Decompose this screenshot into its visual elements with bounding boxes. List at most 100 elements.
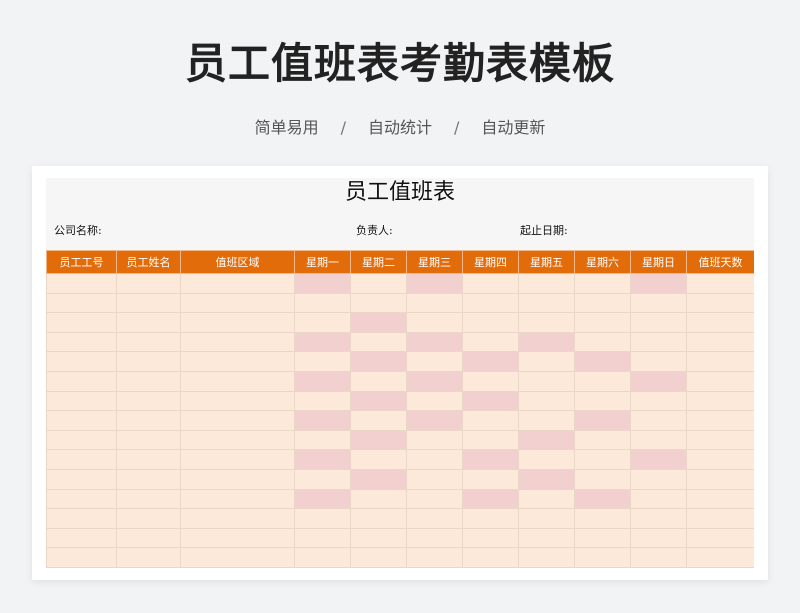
table-cell[interactable] — [406, 410, 463, 431]
table-cell[interactable] — [180, 410, 295, 431]
table-cell[interactable] — [180, 468, 295, 490]
table-cell[interactable] — [686, 292, 754, 314]
table-cell[interactable] — [294, 429, 351, 451]
table-cell[interactable] — [462, 351, 519, 372]
table-cell[interactable] — [406, 331, 463, 353]
table-cell[interactable] — [574, 547, 631, 568]
table-cell[interactable] — [518, 390, 575, 412]
table-cell[interactable] — [686, 410, 754, 431]
table-cell[interactable] — [630, 370, 687, 392]
table-cell[interactable] — [630, 410, 687, 431]
table-cell[interactable] — [462, 410, 519, 431]
table-cell[interactable] — [116, 508, 181, 529]
table-cell[interactable] — [406, 468, 463, 490]
table-cell[interactable] — [294, 527, 351, 549]
table-cell[interactable] — [294, 547, 351, 568]
table-cell[interactable] — [518, 273, 575, 294]
table-cell[interactable] — [406, 370, 463, 392]
table-cell[interactable] — [686, 331, 754, 353]
table-cell[interactable] — [350, 468, 407, 490]
table-cell[interactable] — [518, 370, 575, 392]
table-cell[interactable] — [518, 331, 575, 353]
table-cell[interactable] — [294, 273, 351, 294]
table-cell[interactable] — [350, 527, 407, 549]
table-cell[interactable] — [350, 449, 407, 470]
table-cell[interactable] — [518, 410, 575, 431]
table-cell[interactable] — [518, 351, 575, 372]
table-cell[interactable] — [406, 351, 463, 372]
table-cell[interactable] — [116, 468, 181, 490]
table-cell[interactable] — [350, 410, 407, 431]
table-cell[interactable] — [350, 331, 407, 353]
table-cell[interactable] — [294, 292, 351, 314]
table-cell[interactable] — [686, 370, 754, 392]
table-cell[interactable] — [350, 390, 407, 412]
table-cell[interactable] — [46, 331, 117, 353]
table-cell[interactable] — [630, 292, 687, 314]
table-cell[interactable] — [46, 370, 117, 392]
table-cell[interactable] — [686, 527, 754, 549]
table-cell[interactable] — [406, 449, 463, 470]
table-cell[interactable] — [294, 488, 351, 510]
table-cell[interactable] — [180, 527, 295, 549]
table-cell[interactable] — [630, 508, 687, 529]
table-cell[interactable] — [686, 488, 754, 510]
table-cell[interactable] — [574, 410, 631, 431]
table-cell[interactable] — [518, 488, 575, 510]
table-cell[interactable] — [574, 390, 631, 412]
table-cell[interactable] — [518, 292, 575, 314]
table-cell[interactable] — [116, 370, 181, 392]
table-cell[interactable] — [518, 547, 575, 568]
table-cell[interactable] — [574, 527, 631, 549]
table-cell[interactable] — [294, 312, 351, 333]
table-cell[interactable] — [574, 273, 631, 294]
table-cell[interactable] — [116, 390, 181, 412]
table-cell[interactable] — [350, 370, 407, 392]
table-cell[interactable] — [574, 449, 631, 470]
table-cell[interactable] — [518, 449, 575, 470]
table-cell[interactable] — [46, 410, 117, 431]
table-cell[interactable] — [116, 351, 181, 372]
table-cell[interactable] — [630, 488, 687, 510]
table-cell[interactable] — [180, 508, 295, 529]
table-cell[interactable] — [686, 273, 754, 294]
table-cell[interactable] — [574, 312, 631, 333]
table-cell[interactable] — [462, 488, 519, 510]
table-cell[interactable] — [686, 312, 754, 333]
table-cell[interactable] — [462, 449, 519, 470]
table-cell[interactable] — [462, 312, 519, 333]
table-cell[interactable] — [116, 449, 181, 470]
table-cell[interactable] — [116, 488, 181, 510]
table-cell[interactable] — [518, 312, 575, 333]
table-cell[interactable] — [350, 547, 407, 568]
table-cell[interactable] — [116, 312, 181, 333]
table-cell[interactable] — [350, 488, 407, 510]
table-cell[interactable] — [294, 370, 351, 392]
table-cell[interactable] — [180, 331, 295, 353]
table-cell[interactable] — [574, 370, 631, 392]
table-cell[interactable] — [462, 331, 519, 353]
table-cell[interactable] — [46, 292, 117, 314]
table-cell[interactable] — [406, 488, 463, 510]
table-cell[interactable] — [518, 429, 575, 451]
table-cell[interactable] — [630, 429, 687, 451]
table-cell[interactable] — [406, 527, 463, 549]
table-cell[interactable] — [686, 351, 754, 372]
table-cell[interactable] — [518, 508, 575, 529]
table-cell[interactable] — [46, 449, 117, 470]
table-cell[interactable] — [294, 410, 351, 431]
table-cell[interactable] — [116, 527, 181, 549]
table-cell[interactable] — [630, 312, 687, 333]
table-cell[interactable] — [518, 527, 575, 549]
table-cell[interactable] — [46, 429, 117, 451]
table-cell[interactable] — [180, 312, 295, 333]
table-cell[interactable] — [180, 370, 295, 392]
table-cell[interactable] — [686, 508, 754, 529]
table-cell[interactable] — [350, 273, 407, 294]
table-cell[interactable] — [350, 292, 407, 314]
table-cell[interactable] — [630, 273, 687, 294]
table-cell[interactable] — [116, 429, 181, 451]
table-cell[interactable] — [294, 390, 351, 412]
table-cell[interactable] — [406, 429, 463, 451]
table-cell[interactable] — [630, 468, 687, 490]
